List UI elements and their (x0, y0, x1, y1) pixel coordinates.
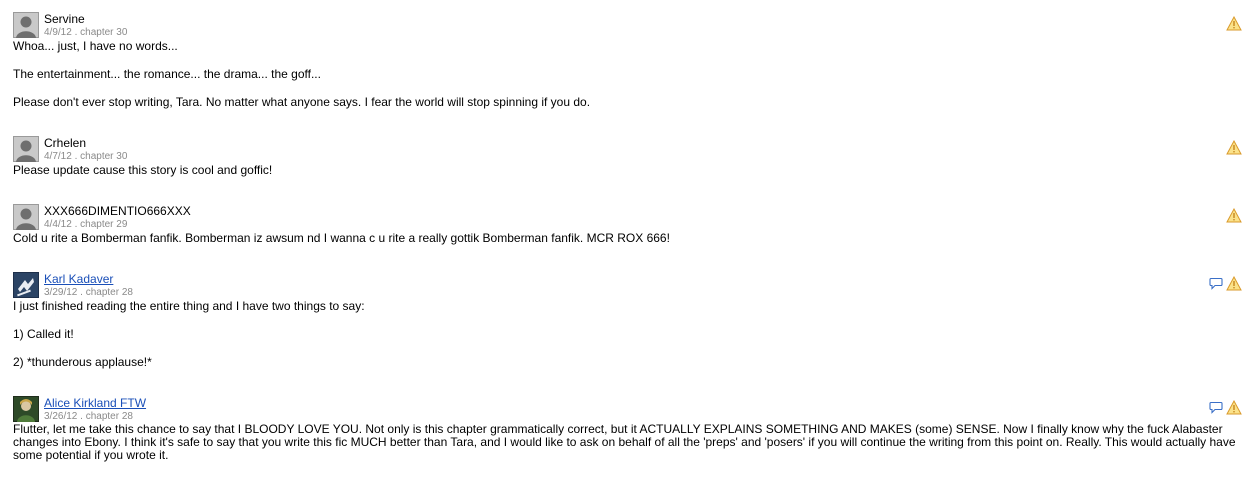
warning-triangle-icon[interactable] (1226, 207, 1242, 223)
review-text: Whoa... just, I have no words... The ent… (13, 39, 1242, 109)
avatar (13, 204, 39, 230)
review-header: Karl Kadaver 3/29/12 . chapter 28 (13, 272, 1242, 299)
review-actions (1209, 398, 1242, 416)
review-text: Flutter, let me take this chance to say … (13, 423, 1242, 462)
review-item: Karl Kadaver 3/29/12 . chapter 28 I just… (13, 272, 1242, 369)
review-header: Servine 4/9/12 . chapter 30 (13, 12, 1242, 39)
review-actions (1226, 14, 1242, 32)
review-paragraph: Whoa... just, I have no words... (13, 39, 178, 53)
review-item: Crhelen 4/7/12 . chapter 30 Please updat… (13, 136, 1242, 177)
review-item: Servine 4/9/12 . chapter 30 Whoa... just… (13, 12, 1242, 109)
reviewer-name: Crhelen (44, 136, 87, 150)
review-paragraph: I just finished reading the entire thing… (13, 299, 365, 313)
speech-bubble-icon[interactable] (1209, 401, 1223, 414)
warning-triangle-icon[interactable] (1226, 399, 1242, 415)
review-header: Crhelen 4/7/12 . chapter 30 (13, 136, 1242, 163)
review-actions (1209, 274, 1242, 292)
reviewer-name-link[interactable]: Karl Kadaver (44, 272, 113, 286)
review-date-chapter: 4/7/12 . chapter 30 (44, 151, 128, 162)
review-item: Alice Kirkland FTW 3/26/12 . chapter 28 … (13, 396, 1242, 462)
reviewer-name-link[interactable]: Alice Kirkland FTW (44, 396, 146, 410)
review-text: I just finished reading the entire thing… (13, 299, 1242, 369)
review-date-chapter: 3/29/12 . chapter 28 (44, 287, 133, 298)
review-date-chapter: 3/26/12 . chapter 28 (44, 411, 133, 422)
review-item: XXX666DIMENTIO666XXX 4/4/12 . chapter 29… (13, 204, 1242, 245)
review-date-chapter: 4/9/12 . chapter 30 (44, 27, 128, 38)
review-actions (1226, 206, 1242, 224)
reviewer-name: Servine (44, 12, 85, 26)
avatar (13, 136, 39, 162)
review-paragraph: Flutter, let me take this chance to say … (13, 422, 1236, 462)
review-paragraph: 2) *thunderous applause!* (13, 355, 152, 369)
review-paragraph: Please update cause this story is cool a… (13, 163, 273, 177)
speech-bubble-icon[interactable] (1209, 277, 1223, 290)
review-paragraph: Please don't ever stop writing, Tara. No… (13, 95, 591, 109)
review-actions (1226, 138, 1242, 156)
warning-triangle-icon[interactable] (1226, 15, 1242, 31)
warning-triangle-icon[interactable] (1226, 139, 1242, 155)
reviewer-name: XXX666DIMENTIO666XXX (44, 204, 191, 218)
review-paragraph: Cold u rite a Bomberman fanfik. Bomberma… (13, 231, 670, 245)
avatar (13, 396, 39, 422)
avatar (13, 272, 39, 298)
review-header: XXX666DIMENTIO666XXX 4/4/12 . chapter 29 (13, 204, 1242, 231)
avatar (13, 12, 39, 38)
review-date-chapter: 4/4/12 . chapter 29 (44, 219, 128, 230)
review-paragraph: 1) Called it! (13, 327, 74, 341)
warning-triangle-icon[interactable] (1226, 275, 1242, 291)
review-text: Please update cause this story is cool a… (13, 163, 1242, 177)
review-header: Alice Kirkland FTW 3/26/12 . chapter 28 (13, 396, 1242, 423)
review-paragraph: The entertainment... the romance... the … (13, 67, 321, 81)
review-text: Cold u rite a Bomberman fanfik. Bomberma… (13, 231, 1242, 245)
